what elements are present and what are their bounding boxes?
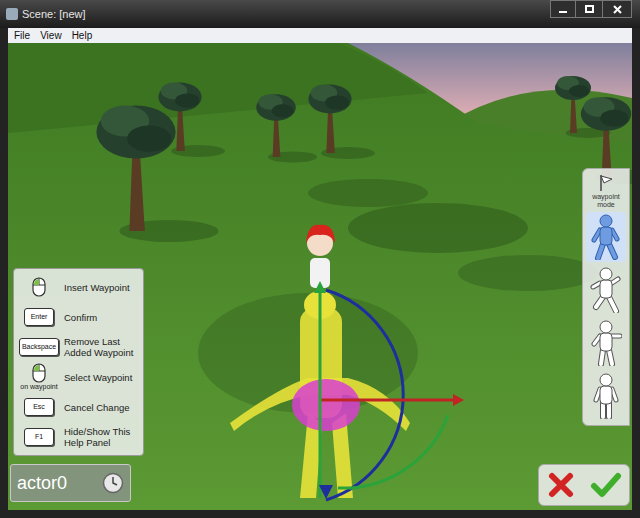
- menu-item[interactable]: File: [14, 31, 30, 41]
- help-label: Cancel Change: [64, 402, 130, 413]
- maximize-button[interactable]: [576, 0, 602, 18]
- app-window: Scene: [new] File View Help Insert Waypoint E…: [0, 0, 640, 518]
- help-label: Hide/Show This Help Panel: [64, 426, 139, 448]
- help-panel: Insert Waypoint Enter Confirm Backspace Remo…: [13, 268, 144, 456]
- action-panel: [538, 464, 630, 506]
- help-icon: [18, 277, 60, 297]
- pose-figure-icon: [590, 373, 622, 419]
- pose-tool[interactable]: [586, 265, 626, 315]
- help-label: Select Waypoint: [64, 372, 132, 383]
- help-row: Enter Confirm: [18, 302, 139, 332]
- key-icon: Enter: [24, 308, 54, 326]
- window-title: Scene: [new]: [22, 6, 546, 23]
- window-body: File View Help Insert Waypoint Enter Confirm B…: [0, 28, 640, 518]
- help-label: Remove Last Added Waypoint: [64, 336, 139, 358]
- waypoint-mode-button[interactable]: waypoint mode: [586, 173, 626, 209]
- mouse-icon: [32, 363, 46, 383]
- flag-icon: [596, 173, 616, 193]
- mouse-icon: [32, 277, 46, 297]
- tree: [96, 106, 218, 242]
- pose-figure-icon: [590, 320, 622, 366]
- clock-icon[interactable]: [102, 472, 124, 494]
- help-icon: on waypoint: [18, 363, 60, 391]
- help-row: on waypoint Select Waypoint: [18, 362, 139, 392]
- minimize-button[interactable]: [550, 0, 576, 18]
- menu-item[interactable]: Help: [72, 31, 93, 41]
- key-icon: Backspace: [19, 338, 59, 356]
- menu-bar: File View Help: [8, 28, 632, 43]
- help-label: Insert Waypoint: [64, 282, 130, 293]
- help-icon: Backspace: [18, 338, 60, 356]
- confirm-icon[interactable]: [590, 471, 622, 499]
- transform-gizmo[interactable]: [314, 281, 464, 500]
- key-icon: F1: [24, 428, 54, 446]
- menu-item[interactable]: View: [40, 31, 62, 41]
- close-icon: [613, 5, 622, 14]
- tree: [256, 94, 317, 162]
- help-row: Insert Waypoint: [18, 272, 139, 302]
- window-controls: [550, 0, 632, 18]
- actor-name: actor0: [17, 470, 67, 497]
- key-icon: Esc: [24, 398, 54, 416]
- pose-figure-icon: [590, 214, 622, 260]
- cancel-icon[interactable]: [547, 471, 575, 499]
- help-row: Esc Cancel Change: [18, 392, 139, 422]
- pose-tool[interactable]: [586, 212, 626, 262]
- help-icon: Esc: [18, 398, 60, 416]
- help-icon: F1: [18, 428, 60, 446]
- help-row: F1 Hide/Show This Help Panel: [18, 422, 139, 452]
- title-bar: Scene: [new]: [0, 0, 640, 28]
- help-note: on waypoint: [20, 383, 57, 391]
- help-label: Confirm: [64, 312, 97, 323]
- mode-label: waypoint mode: [586, 193, 626, 209]
- help-row: Backspace Remove Last Added Waypoint: [18, 332, 139, 362]
- actor-badge[interactable]: actor0: [10, 464, 131, 502]
- mode-toolbar: waypoint mode: [582, 168, 630, 426]
- viewport[interactable]: Insert Waypoint Enter Confirm Backspace Remo…: [8, 43, 632, 510]
- pose-tool[interactable]: [586, 318, 626, 368]
- close-button[interactable]: [602, 0, 632, 18]
- pose-figure-icon: [590, 267, 622, 313]
- pose-tool[interactable]: [586, 371, 626, 421]
- help-icon: Enter: [18, 308, 60, 326]
- tree: [308, 85, 375, 159]
- app-icon: [6, 8, 18, 20]
